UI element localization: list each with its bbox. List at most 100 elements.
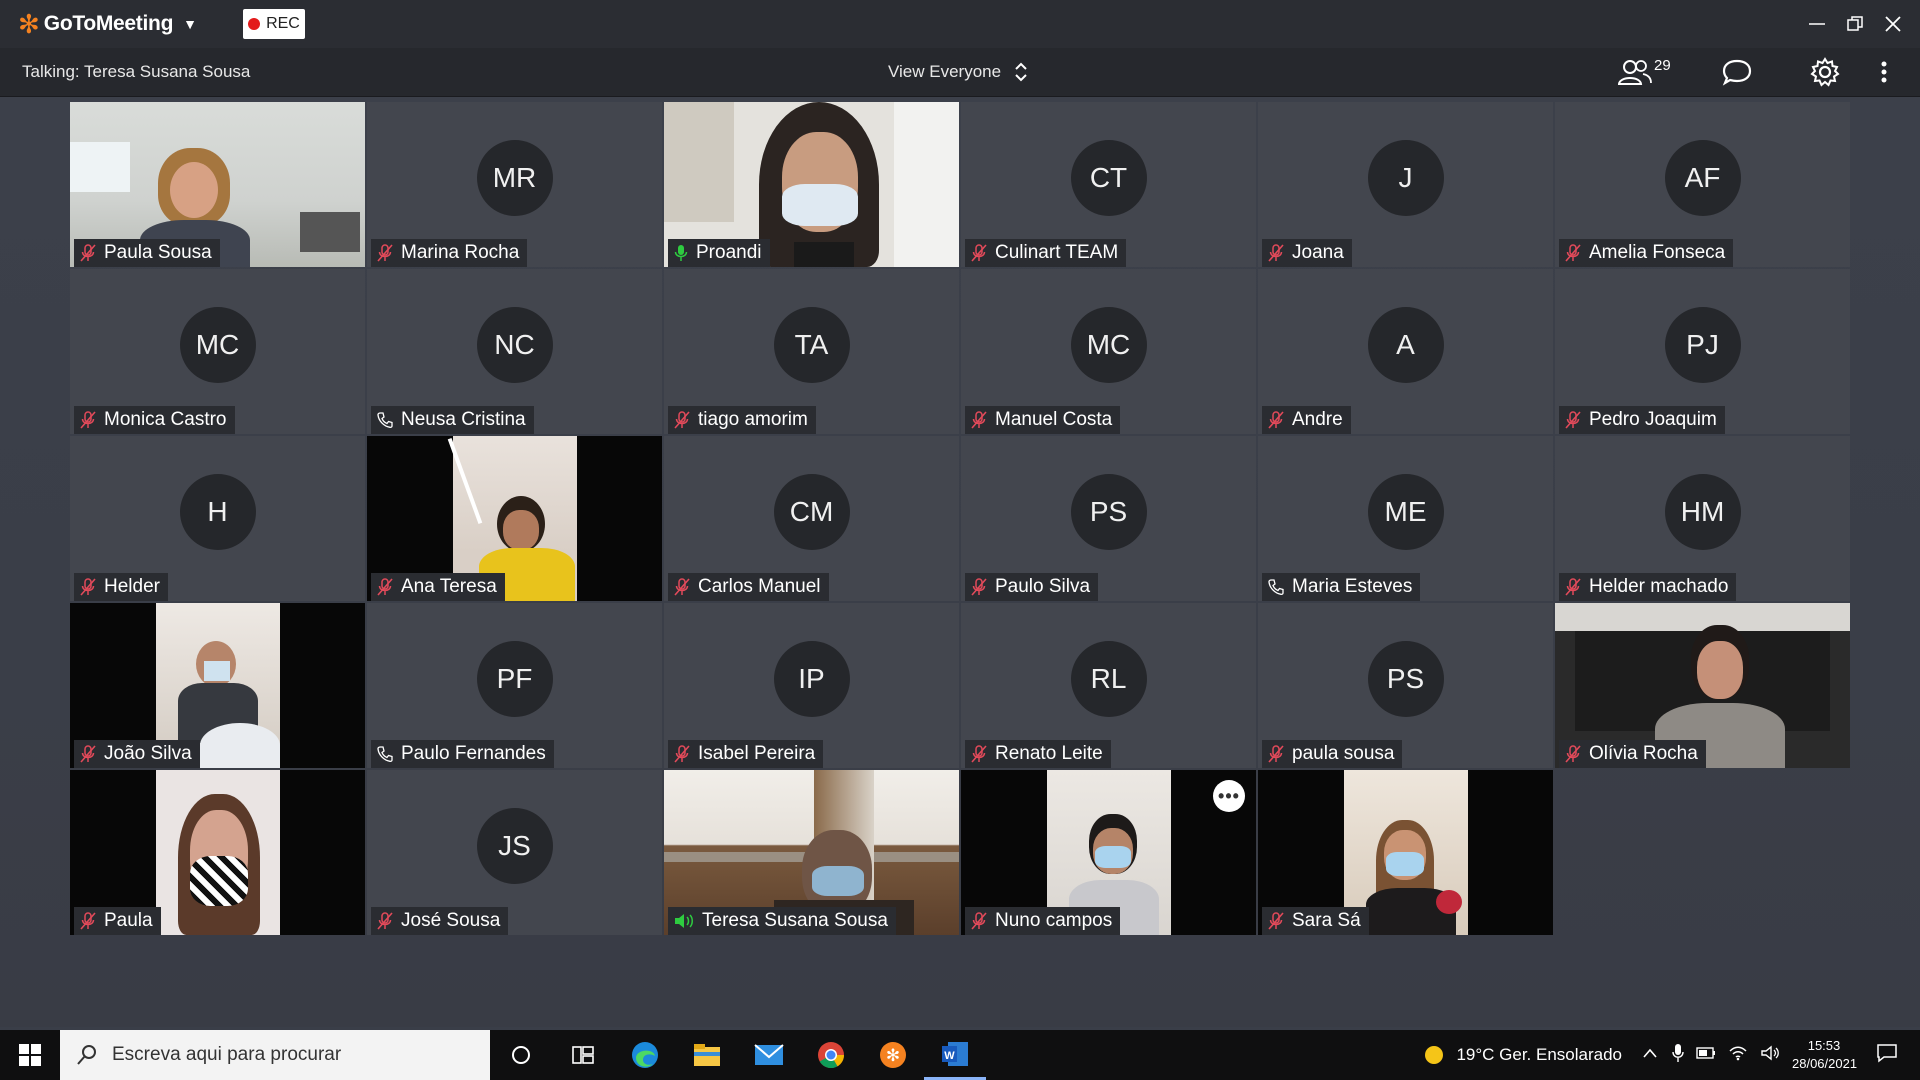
battery-icon[interactable]: [1696, 1046, 1716, 1065]
participant-tile[interactable]: IP Isabel Pereira: [664, 603, 959, 768]
clock[interactable]: 15:53 28/06/2021: [1792, 1037, 1857, 1073]
avatar: PS: [1367, 641, 1444, 717]
participant-name-label: Amelia Fonseca: [1559, 239, 1734, 267]
participant-tile[interactable]: PF Paulo Fernandes: [367, 603, 662, 768]
participant-count: 29: [1654, 56, 1671, 74]
participant-tile[interactable]: PS Paulo Silva: [961, 436, 1256, 601]
mic-status: [1268, 579, 1284, 595]
participant-tile[interactable]: Olívia Rocha: [1555, 603, 1850, 768]
participant-name-label: Monica Castro: [74, 406, 235, 434]
participant-name: Proandi: [696, 242, 762, 263]
participant-tile[interactable]: Paula: [70, 770, 365, 935]
participant-tile[interactable]: MC Monica Castro: [70, 269, 365, 434]
participant-tile[interactable]: Ana Teresa: [367, 436, 662, 601]
chat-button[interactable]: [1722, 48, 1752, 96]
participant-tile[interactable]: PS paula sousa: [1258, 603, 1553, 768]
avatar: A: [1367, 307, 1444, 383]
settings-button[interactable]: [1810, 48, 1840, 96]
mic-status: [80, 745, 96, 763]
participant-tile[interactable]: Paula Sousa: [70, 102, 365, 267]
participant-name-label: Manuel Costa: [965, 406, 1121, 434]
participant-name: Helder: [104, 576, 160, 597]
mic-status: [80, 578, 96, 596]
participant-tile[interactable]: ME Maria Esteves: [1258, 436, 1553, 601]
avatar: MC: [1070, 307, 1147, 383]
close-button[interactable]: [1874, 0, 1912, 48]
participant-tile[interactable]: Sara Sá: [1258, 770, 1553, 935]
word-icon[interactable]: W: [924, 1030, 986, 1080]
mic-status: [1268, 912, 1284, 930]
mic-status: [1268, 411, 1284, 429]
gotomeeting-logo-icon: ✻: [18, 9, 40, 39]
volume-icon[interactable]: [1760, 1045, 1780, 1066]
participant-tile[interactable]: J Joana: [1258, 102, 1553, 267]
task-view-icon[interactable]: [552, 1030, 614, 1080]
chrome-icon[interactable]: [800, 1030, 862, 1080]
participant-tile[interactable]: TA tiago amorim: [664, 269, 959, 434]
tile-more-options-button[interactable]: •••: [1213, 780, 1245, 812]
participant-name-label: Maria Esteves: [1262, 573, 1421, 601]
participant-name-label: João Silva: [74, 740, 200, 768]
taskbar-search[interactable]: Escreva aqui para procurar: [60, 1030, 490, 1080]
mic-status: [971, 244, 987, 262]
participant-tile[interactable]: H Helder: [70, 436, 365, 601]
participant-grid: Paula Sousa MR Marina Rocha Proandi CT Culina…: [70, 102, 1850, 935]
view-mode-selector[interactable]: View Everyone: [888, 48, 1029, 96]
mic-status: [80, 244, 96, 262]
participant-tile[interactable]: AF Amelia Fonseca: [1555, 102, 1850, 267]
mic-status: [377, 912, 393, 930]
microphone-muted-icon: [80, 745, 96, 763]
participant-tile[interactable]: Teresa Susana Sousa: [664, 770, 959, 935]
participant-name: José Sousa: [401, 910, 501, 931]
participant-name: Manuel Costa: [995, 409, 1113, 430]
restore-icon: [1847, 16, 1863, 31]
notifications-icon[interactable]: [1876, 1043, 1898, 1068]
edge-icon[interactable]: [614, 1030, 676, 1080]
more-options-button[interactable]: [1877, 48, 1891, 96]
mic-status: [971, 578, 987, 596]
mic-status: [377, 746, 393, 762]
participant-tile[interactable]: CT Culinart TEAM: [961, 102, 1256, 267]
avatar: HM: [1664, 474, 1741, 550]
mic-status: [674, 913, 694, 929]
sun-icon: [1425, 1046, 1444, 1064]
chat-icon: [1722, 59, 1752, 86]
participant-tile[interactable]: Proandi: [664, 102, 959, 267]
participant-tile[interactable]: A Andre: [1258, 269, 1553, 434]
participant-name: Paulo Fernandes: [401, 743, 546, 764]
avatar: J: [1367, 140, 1444, 216]
restore-button[interactable]: [1836, 0, 1874, 48]
app-menu[interactable]: ✻ GoToMeeting ▼: [18, 0, 197, 48]
start-button[interactable]: [0, 1030, 60, 1080]
participant-tile[interactable]: MC Manuel Costa: [961, 269, 1256, 434]
mic-status: [971, 912, 987, 930]
chevron-up-icon[interactable]: [1642, 1046, 1658, 1064]
participant-tile[interactable]: PJ Pedro Joaquim: [1555, 269, 1850, 434]
participant-name-label: tiago amorim: [668, 406, 816, 434]
participant-tile[interactable]: Nuno campos •••: [961, 770, 1256, 935]
meeting-toolbar: Talking: Teresa Susana Sousa View Everyo…: [0, 48, 1920, 97]
participant-tile[interactable]: CM Carlos Manuel: [664, 436, 959, 601]
participant-tile[interactable]: MR Marina Rocha: [367, 102, 662, 267]
phone-icon: [1268, 579, 1284, 595]
participant-tile[interactable]: RL Renato Leite: [961, 603, 1256, 768]
cortana-icon[interactable]: [490, 1030, 552, 1080]
mail-icon[interactable]: [738, 1030, 800, 1080]
wifi-icon[interactable]: [1728, 1045, 1748, 1066]
participant-tile[interactable]: NC Neusa Cristina: [367, 269, 662, 434]
participant-tile[interactable]: João Silva: [70, 603, 365, 768]
microphone-icon[interactable]: [1672, 1043, 1684, 1068]
svg-text:✻: ✻: [886, 1046, 900, 1066]
participants-button[interactable]: 29: [1618, 48, 1671, 96]
participant-name: Ana Teresa: [401, 576, 497, 597]
gotomeeting-icon[interactable]: ✻: [862, 1030, 924, 1080]
participant-name: Paulo Silva: [995, 576, 1091, 597]
weather-widget[interactable]: 19°C Ger. Ensolarado: [1422, 1043, 1622, 1067]
minimize-button[interactable]: [1798, 0, 1836, 48]
participant-name-label: José Sousa: [371, 907, 509, 935]
participant-tile[interactable]: JS José Sousa: [367, 770, 662, 935]
participant-tile[interactable]: HM Helder machado: [1555, 436, 1850, 601]
recording-badge[interactable]: REC: [242, 9, 305, 39]
microphone-muted-icon: [971, 578, 987, 596]
file-explorer-icon[interactable]: [676, 1030, 738, 1080]
